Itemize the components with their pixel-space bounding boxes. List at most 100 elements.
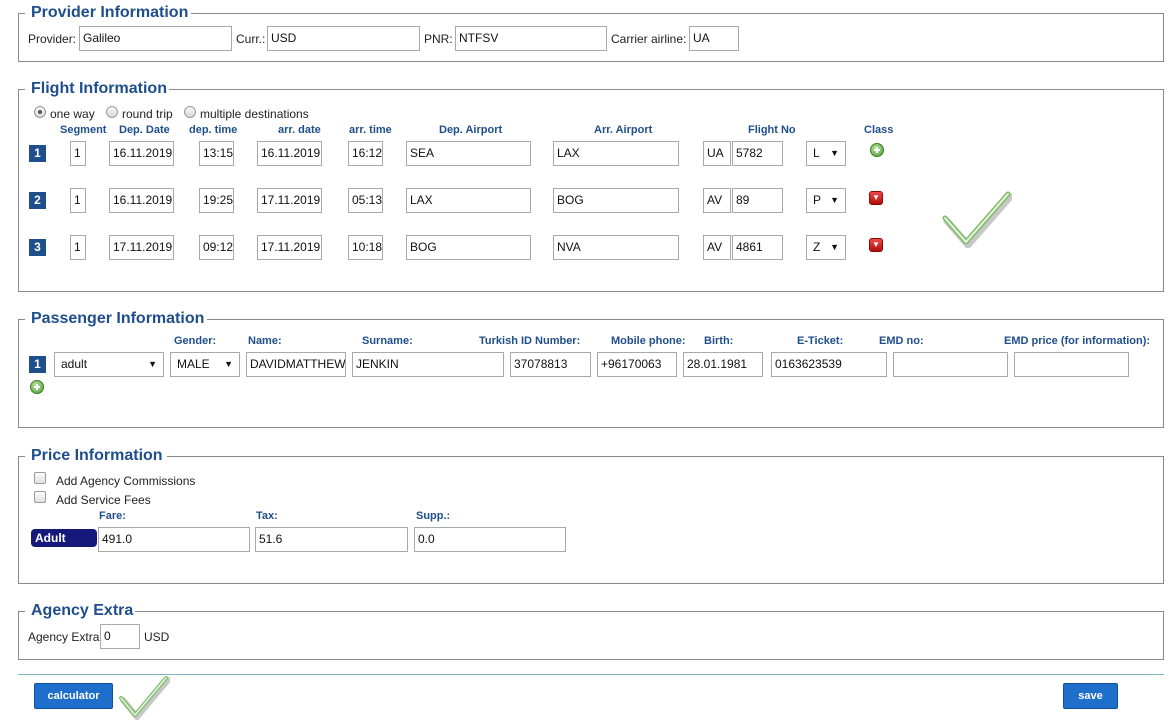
agency-extra-section-title: Agency Extra	[29, 602, 136, 620]
carrier-airline-label: Carrier airline:	[611, 32, 687, 46]
chevron-down-icon: ▼	[830, 148, 839, 158]
chevron-down-icon: ▼	[830, 195, 839, 205]
header-turkish-id: Turkish ID Number:	[479, 335, 581, 347]
flight-row-number: 3	[29, 239, 46, 256]
airline-code-input[interactable]: AV	[703, 235, 731, 260]
agency-commissions-checkbox[interactable]	[34, 472, 46, 484]
tax-input[interactable]: 51.6	[255, 527, 408, 552]
passenger-row-number: 1	[29, 356, 46, 373]
name-input[interactable]: DAVIDMATTHEW	[246, 352, 346, 377]
remove-segment-icon[interactable]: ▼	[869, 238, 883, 252]
pax-type-badge: Adult	[31, 529, 97, 547]
turkish-id-input[interactable]: 37078813	[510, 352, 591, 377]
airline-code-input[interactable]: UA	[703, 141, 731, 166]
header-dep-time: dep. time	[189, 124, 238, 136]
add-segment-icon[interactable]	[870, 143, 884, 157]
flight-section-title: Flight Information	[29, 80, 169, 98]
calculator-button[interactable]: calculator	[34, 683, 113, 709]
surname-input[interactable]: JENKIN	[352, 352, 504, 377]
trip-type-multiple-radio[interactable]	[184, 106, 196, 118]
divider	[18, 674, 1164, 675]
emd-price-input[interactable]	[1014, 352, 1129, 377]
header-emd-price: EMD price (for information):	[1004, 335, 1151, 347]
arr-date-input[interactable]: 17.11.2019	[257, 188, 322, 213]
save-button[interactable]: save	[1063, 683, 1118, 709]
header-arr-airport: Arr. Airport	[594, 124, 653, 136]
class-select[interactable]: Z ▼	[806, 235, 846, 260]
provider-section-title: Provider Information	[29, 4, 191, 22]
supp-input[interactable]: 0.0	[414, 527, 566, 552]
passenger-type-select[interactable]: adult ▼	[54, 352, 164, 377]
arr-time-input[interactable]: 10:18	[348, 235, 383, 260]
trip-type-round-trip-label: round trip	[122, 107, 173, 121]
chevron-down-icon: ▼	[148, 359, 157, 369]
fare-label: Fare:	[99, 510, 126, 522]
gender-select[interactable]: MALE ▼	[170, 352, 240, 377]
header-gender: Gender:	[174, 335, 217, 347]
birth-date-input[interactable]: 28.01.1981	[683, 352, 763, 377]
remove-segment-icon[interactable]: ▼	[869, 191, 883, 205]
carrier-airline-input[interactable]: UA	[689, 26, 739, 51]
arr-date-input[interactable]: 16.11.2019	[257, 141, 322, 166]
class-select[interactable]: L ▼	[806, 141, 846, 166]
provider-input[interactable]: Galileo	[79, 26, 232, 51]
segment-input[interactable]: 1	[70, 235, 86, 260]
arr-airport-input[interactable]: BOG	[553, 188, 679, 213]
dep-airport-input[interactable]: LAX	[406, 188, 531, 213]
header-class: Class	[864, 124, 894, 136]
agency-commissions-label: Add Agency Commissions	[56, 474, 196, 488]
dep-date-input[interactable]: 16.11.2019	[109, 141, 174, 166]
trip-type-multiple-label: multiple destinations	[200, 107, 309, 121]
pnr-label: PNR:	[424, 32, 453, 46]
trip-type-round-trip-radio[interactable]	[106, 106, 118, 118]
dep-time-input[interactable]: 09:12	[199, 235, 234, 260]
eticket-input[interactable]: 0163623539	[771, 352, 887, 377]
segment-input[interactable]: 1	[70, 188, 86, 213]
header-dep-date: Dep. Date	[119, 124, 170, 136]
mobile-phone-input[interactable]: +96170063	[597, 352, 677, 377]
agency-extra-input[interactable]: 0	[100, 624, 140, 649]
header-name: Name:	[248, 335, 282, 347]
airline-code-input[interactable]: AV	[703, 188, 731, 213]
arr-airport-input[interactable]: NVA	[553, 235, 679, 260]
class-select[interactable]: P ▼	[806, 188, 846, 213]
arr-time-input[interactable]: 05:13	[348, 188, 383, 213]
flight-number-input[interactable]: 5782	[732, 141, 783, 166]
service-fees-label: Add Service Fees	[56, 493, 151, 507]
header-eticket: E-Ticket:	[797, 335, 844, 347]
pnr-input[interactable]: NTFSV	[455, 26, 607, 51]
fare-input[interactable]: 491.0	[98, 527, 250, 552]
dep-date-input[interactable]: 16.11.2019	[109, 188, 174, 213]
arr-date-input[interactable]: 17.11.2019	[257, 235, 322, 260]
class-select-value: Z	[813, 240, 821, 254]
dep-date-input[interactable]: 17.11.2019	[109, 235, 174, 260]
header-arr-time: arr. time	[349, 124, 392, 136]
flight-number-input[interactable]: 89	[732, 188, 783, 213]
price-section-title: Price Information	[29, 447, 165, 465]
agency-extra-section: Agency Extra	[18, 602, 1164, 660]
add-passenger-icon[interactable]	[30, 380, 44, 394]
trip-type-one-way-label: one way	[50, 107, 95, 121]
segment-input[interactable]: 1	[70, 141, 86, 166]
agency-extra-currency: USD	[144, 630, 170, 644]
dep-airport-input[interactable]: SEA	[406, 141, 531, 166]
dep-time-input[interactable]: 19:25	[199, 188, 234, 213]
arr-time-input[interactable]: 16:12	[348, 141, 383, 166]
trip-type-one-way-radio[interactable]	[34, 106, 46, 118]
passenger-type-value: adult	[61, 357, 88, 371]
emd-no-input[interactable]	[893, 352, 1008, 377]
arr-airport-input[interactable]: LAX	[553, 141, 679, 166]
header-birth: Birth:	[704, 335, 734, 347]
gender-value: MALE	[177, 357, 210, 371]
header-segment: Segment	[60, 124, 107, 136]
supp-label: Supp.:	[416, 510, 451, 522]
agency-extra-label: Agency Extra	[28, 630, 100, 644]
dep-time-input[interactable]: 13:15	[199, 141, 234, 166]
passenger-section-title: Passenger Information	[29, 310, 207, 328]
flight-row-number: 1	[29, 145, 46, 162]
tax-label: Tax:	[256, 510, 278, 522]
currency-input[interactable]: USD	[267, 26, 420, 51]
dep-airport-input[interactable]: BOG	[406, 235, 531, 260]
flight-number-input[interactable]: 4861	[732, 235, 783, 260]
service-fees-checkbox[interactable]	[34, 491, 46, 503]
